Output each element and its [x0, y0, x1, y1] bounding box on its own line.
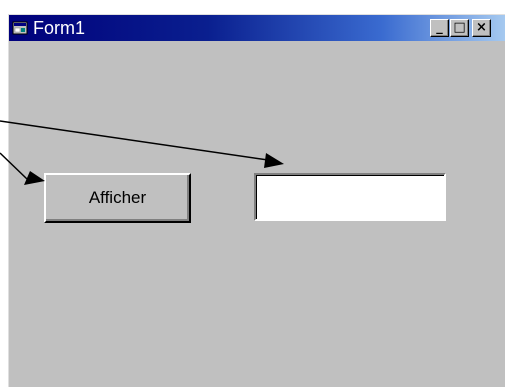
form-window-icon[interactable] [12, 20, 28, 36]
afficher-button-label: Afficher [88, 188, 147, 207]
minimize-button[interactable]: _ [430, 19, 449, 37]
window-title: Form1 [33, 18, 86, 38]
close-button[interactable]: × [472, 19, 491, 37]
maximize-button[interactable]: □ [450, 19, 469, 37]
title-bar[interactable]: Form1 _ □ × [9, 15, 505, 41]
output-textbox[interactable] [254, 173, 446, 221]
maximize-icon: □ [453, 20, 466, 35]
afficher-button[interactable]: Afficher [44, 173, 191, 223]
screenshot-stage: Form1 _ □ × Afficher [0, 0, 505, 387]
form-window: Form1 _ □ × Afficher [8, 14, 505, 387]
close-icon: × [476, 20, 487, 35]
minimize-icon: _ [436, 20, 443, 35]
